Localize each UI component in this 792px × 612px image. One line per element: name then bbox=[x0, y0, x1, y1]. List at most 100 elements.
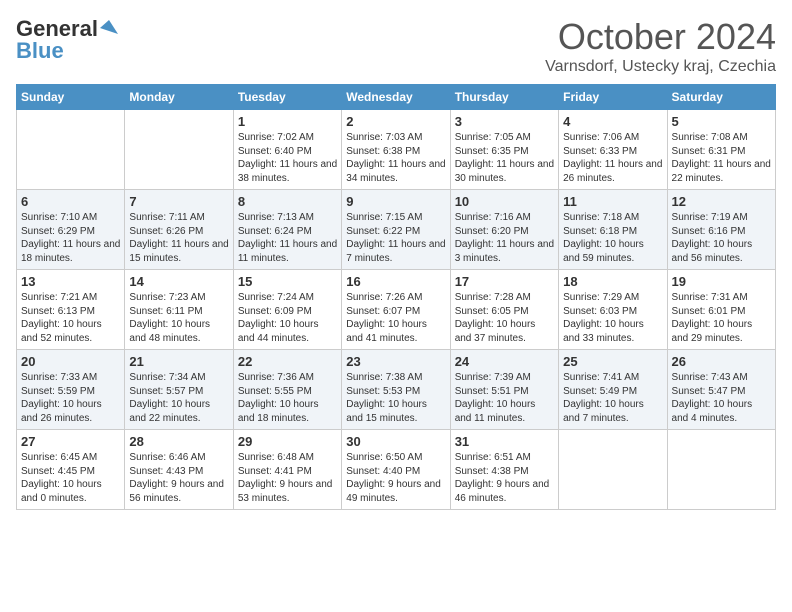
calendar-header-row: SundayMondayTuesdayWednesdayThursdayFrid… bbox=[17, 85, 776, 110]
cell-content: Sunrise: 7:33 AM Sunset: 5:59 PM Dayligh… bbox=[21, 371, 120, 425]
calendar-cell: 12 Sunrise: 7:19 AM Sunset: 6:16 PM Dayli… bbox=[667, 190, 775, 270]
cell-content: Sunrise: 7:21 AM Sunset: 6:13 PM Dayligh… bbox=[21, 291, 120, 345]
cell-content: Sunrise: 7:11 AM Sunset: 6:26 PM Dayligh… bbox=[129, 211, 228, 265]
cell-content: Sunrise: 7:06 AM Sunset: 6:33 PM Dayligh… bbox=[563, 131, 662, 185]
day-number: 15 bbox=[238, 274, 337, 289]
day-number: 25 bbox=[563, 354, 662, 369]
title-block: October 2024 Varnsdorf, Ustecky kraj, Cz… bbox=[545, 16, 776, 76]
day-header-wednesday: Wednesday bbox=[342, 85, 450, 110]
logo: General Blue bbox=[16, 16, 118, 64]
day-header-monday: Monday bbox=[125, 85, 233, 110]
cell-content: Sunrise: 7:13 AM Sunset: 6:24 PM Dayligh… bbox=[238, 211, 337, 265]
calendar-cell: 15 Sunrise: 7:24 AM Sunset: 6:09 PM Dayli… bbox=[233, 270, 341, 350]
calendar-cell bbox=[125, 110, 233, 190]
logo-bird-icon bbox=[100, 18, 118, 36]
calendar-cell bbox=[559, 430, 667, 510]
calendar-cell: 8 Sunrise: 7:13 AM Sunset: 6:24 PM Daylig… bbox=[233, 190, 341, 270]
day-number: 10 bbox=[455, 194, 554, 209]
calendar-table: SundayMondayTuesdayWednesdayThursdayFrid… bbox=[16, 84, 776, 510]
day-header-saturday: Saturday bbox=[667, 85, 775, 110]
day-header-sunday: Sunday bbox=[17, 85, 125, 110]
cell-content: Sunrise: 7:34 AM Sunset: 5:57 PM Dayligh… bbox=[129, 371, 228, 425]
calendar-cell: 31 Sunrise: 6:51 AM Sunset: 4:38 PM Dayli… bbox=[450, 430, 558, 510]
day-number: 23 bbox=[346, 354, 445, 369]
day-number: 11 bbox=[563, 194, 662, 209]
day-number: 6 bbox=[21, 194, 120, 209]
day-number: 14 bbox=[129, 274, 228, 289]
cell-content: Sunrise: 7:38 AM Sunset: 5:53 PM Dayligh… bbox=[346, 371, 445, 425]
day-number: 20 bbox=[21, 354, 120, 369]
day-number: 30 bbox=[346, 434, 445, 449]
day-number: 2 bbox=[346, 114, 445, 129]
calendar-cell: 6 Sunrise: 7:10 AM Sunset: 6:29 PM Daylig… bbox=[17, 190, 125, 270]
calendar-cell: 9 Sunrise: 7:15 AM Sunset: 6:22 PM Daylig… bbox=[342, 190, 450, 270]
cell-content: Sunrise: 7:23 AM Sunset: 6:11 PM Dayligh… bbox=[129, 291, 228, 345]
day-number: 29 bbox=[238, 434, 337, 449]
day-number: 24 bbox=[455, 354, 554, 369]
day-number: 5 bbox=[672, 114, 771, 129]
calendar-cell: 27 Sunrise: 6:45 AM Sunset: 4:45 PM Dayli… bbox=[17, 430, 125, 510]
calendar-cell: 4Sunrise: 7:06 AM Sunset: 6:33 PM Daylig… bbox=[559, 110, 667, 190]
cell-content: Sunrise: 6:51 AM Sunset: 4:38 PM Dayligh… bbox=[455, 451, 554, 505]
day-number: 12 bbox=[672, 194, 771, 209]
cell-content: Sunrise: 7:41 AM Sunset: 5:49 PM Dayligh… bbox=[563, 371, 662, 425]
cell-content: Sunrise: 7:16 AM Sunset: 6:20 PM Dayligh… bbox=[455, 211, 554, 265]
cell-content: Sunrise: 7:10 AM Sunset: 6:29 PM Dayligh… bbox=[21, 211, 120, 265]
logo-blue: Blue bbox=[16, 38, 64, 64]
cell-content: Sunrise: 7:29 AM Sunset: 6:03 PM Dayligh… bbox=[563, 291, 662, 345]
cell-content: Sunrise: 7:36 AM Sunset: 5:55 PM Dayligh… bbox=[238, 371, 337, 425]
calendar-cell: 22 Sunrise: 7:36 AM Sunset: 5:55 PM Dayli… bbox=[233, 350, 341, 430]
cell-content: Sunrise: 7:03 AM Sunset: 6:38 PM Dayligh… bbox=[346, 131, 445, 185]
calendar-cell: 5 Sunrise: 7:08 AM Sunset: 6:31 PM Daylig… bbox=[667, 110, 775, 190]
cell-content: Sunrise: 7:43 AM Sunset: 5:47 PM Dayligh… bbox=[672, 371, 771, 425]
cell-content: Sunrise: 7:26 AM Sunset: 6:07 PM Dayligh… bbox=[346, 291, 445, 345]
day-number: 3 bbox=[455, 114, 554, 129]
day-number: 21 bbox=[129, 354, 228, 369]
day-header-thursday: Thursday bbox=[450, 85, 558, 110]
calendar-cell: 2 Sunrise: 7:03 AM Sunset: 6:38 PM Daylig… bbox=[342, 110, 450, 190]
day-number: 16 bbox=[346, 274, 445, 289]
cell-content: Sunrise: 7:15 AM Sunset: 6:22 PM Dayligh… bbox=[346, 211, 445, 265]
day-number: 17 bbox=[455, 274, 554, 289]
calendar-cell: 10 Sunrise: 7:16 AM Sunset: 6:20 PM Dayli… bbox=[450, 190, 558, 270]
location: Varnsdorf, Ustecky kraj, Czechia bbox=[545, 58, 776, 76]
calendar-cell: 21 Sunrise: 7:34 AM Sunset: 5:57 PM Dayli… bbox=[125, 350, 233, 430]
day-number: 19 bbox=[672, 274, 771, 289]
day-number: 7 bbox=[129, 194, 228, 209]
cell-content: Sunrise: 7:24 AM Sunset: 6:09 PM Dayligh… bbox=[238, 291, 337, 345]
day-number: 8 bbox=[238, 194, 337, 209]
calendar-cell: 19 Sunrise: 7:31 AM Sunset: 6:01 PM Dayli… bbox=[667, 270, 775, 350]
cell-content: Sunrise: 7:05 AM Sunset: 6:35 PM Dayligh… bbox=[455, 131, 554, 185]
day-number: 9 bbox=[346, 194, 445, 209]
week-row-5: 27 Sunrise: 6:45 AM Sunset: 4:45 PM Dayli… bbox=[17, 430, 776, 510]
day-number: 18 bbox=[563, 274, 662, 289]
calendar-cell: 13Sunrise: 7:21 AM Sunset: 6:13 PM Dayli… bbox=[17, 270, 125, 350]
day-number: 22 bbox=[238, 354, 337, 369]
day-header-friday: Friday bbox=[559, 85, 667, 110]
calendar-cell: 17Sunrise: 7:28 AM Sunset: 6:05 PM Dayli… bbox=[450, 270, 558, 350]
calendar-cell: 11Sunrise: 7:18 AM Sunset: 6:18 PM Dayli… bbox=[559, 190, 667, 270]
month-title: October 2024 bbox=[545, 16, 776, 58]
calendar-cell: 14 Sunrise: 7:23 AM Sunset: 6:11 PM Dayli… bbox=[125, 270, 233, 350]
cell-content: Sunrise: 6:50 AM Sunset: 4:40 PM Dayligh… bbox=[346, 451, 445, 505]
day-number: 31 bbox=[455, 434, 554, 449]
calendar-cell bbox=[667, 430, 775, 510]
calendar-cell: 25 Sunrise: 7:41 AM Sunset: 5:49 PM Dayli… bbox=[559, 350, 667, 430]
cell-content: Sunrise: 6:45 AM Sunset: 4:45 PM Dayligh… bbox=[21, 451, 120, 505]
cell-content: Sunrise: 7:08 AM Sunset: 6:31 PM Dayligh… bbox=[672, 131, 771, 185]
calendar-cell: 3 Sunrise: 7:05 AM Sunset: 6:35 PM Daylig… bbox=[450, 110, 558, 190]
calendar-cell: 26Sunrise: 7:43 AM Sunset: 5:47 PM Dayli… bbox=[667, 350, 775, 430]
calendar-body: 1 Sunrise: 7:02 AM Sunset: 6:40 PM Daylig… bbox=[17, 110, 776, 510]
cell-content: Sunrise: 7:02 AM Sunset: 6:40 PM Dayligh… bbox=[238, 131, 337, 185]
calendar-cell: 20 Sunrise: 7:33 AM Sunset: 5:59 PM Dayli… bbox=[17, 350, 125, 430]
calendar-cell: 24Sunrise: 7:39 AM Sunset: 5:51 PM Dayli… bbox=[450, 350, 558, 430]
day-number: 1 bbox=[238, 114, 337, 129]
calendar-cell: 29Sunrise: 6:48 AM Sunset: 4:41 PM Dayli… bbox=[233, 430, 341, 510]
cell-content: Sunrise: 7:31 AM Sunset: 6:01 PM Dayligh… bbox=[672, 291, 771, 345]
calendar-cell: 1 Sunrise: 7:02 AM Sunset: 6:40 PM Daylig… bbox=[233, 110, 341, 190]
calendar-cell bbox=[17, 110, 125, 190]
cell-content: Sunrise: 7:19 AM Sunset: 6:16 PM Dayligh… bbox=[672, 211, 771, 265]
day-number: 27 bbox=[21, 434, 120, 449]
calendar-cell: 7 Sunrise: 7:11 AM Sunset: 6:26 PM Daylig… bbox=[125, 190, 233, 270]
week-row-2: 6 Sunrise: 7:10 AM Sunset: 6:29 PM Daylig… bbox=[17, 190, 776, 270]
